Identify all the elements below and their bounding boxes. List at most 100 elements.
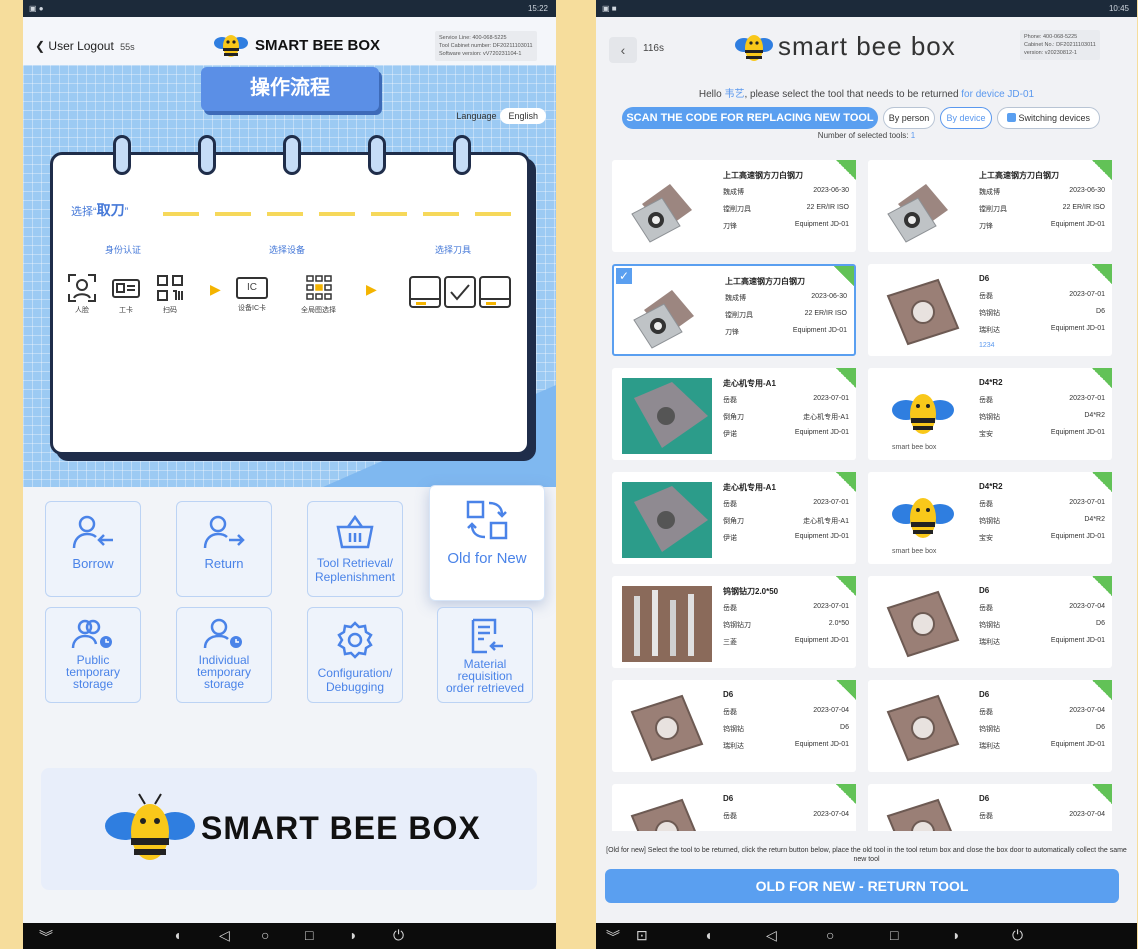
volume-down-icon[interactable]: ◖ (704, 927, 712, 943)
status-time: 10:45 (1108, 4, 1129, 13)
by-person-button[interactable]: By person (883, 107, 935, 129)
tool-name: D6 (979, 274, 990, 283)
configuration-debugging-button[interactable]: Configuration/ Debugging (307, 607, 403, 703)
detail-row: 瑞利达 Equipment JD-01 (723, 741, 849, 750)
tool-card[interactable]: D6 岳磊 2023-07-04 (612, 784, 856, 831)
selected-count: Number of selected tools: 1 (817, 131, 916, 140)
individual-temporary-storage-button[interactable]: Individual temporary storage (176, 607, 272, 703)
scan-code-button[interactable]: SCAN THE CODE FOR REPLACING NEW TOOL (622, 107, 878, 129)
borrow-button[interactable]: Borrow (45, 501, 141, 597)
volume-up-icon[interactable]: ◗ (349, 927, 357, 943)
home-icon[interactable]: ○ (826, 927, 834, 943)
detail-row: 瑞利达 Equipment JD-01 (979, 325, 1105, 334)
tool-card[interactable]: 上工高速钢方刀白钢刀 魏成博 2023-06-30 镗削刀具 22 ER/IR ISO 刀… (612, 160, 856, 252)
status-badge (1092, 264, 1112, 284)
recents-icon[interactable]: □ (890, 927, 898, 943)
user-clock-icon (203, 618, 242, 649)
detail-row: 岳磊 2023-07-01 (979, 395, 1105, 404)
tool-card[interactable]: D6 岳磊 2023-07-04 钨钢钻 D6 瑞利达 Equipment JD-01 (868, 576, 1112, 668)
tool-card[interactable]: D6 岳磊 2023-07-04 钨钢钻 D6 瑞利达 Equipment JD-01 (868, 680, 1112, 772)
tool-card[interactable]: D6 岳磊 2023-07-04 (868, 784, 1112, 831)
tool-image (622, 482, 712, 558)
tool-card[interactable]: D6 岳磊 2023-07-01 钨钢钻 D6 瑞利达 Equipment JD-01 123… (868, 264, 1112, 356)
tool-card[interactable]: 走心机专用-A1 岳磊 2023-07-01 倒角刀 走心机专用-A1 伊诺 Equipme… (612, 368, 856, 460)
public-temporary-storage-button[interactable]: Public temporary storage (45, 607, 141, 703)
back-icon[interactable]: ◁ (766, 927, 777, 944)
navigation-bar: ︾ ⊡ ◖ ◁ ○ □ ◗ ⏻ (596, 923, 1137, 949)
bee-caption: smart bee box (892, 444, 937, 451)
chevron-down-icon[interactable]: ︾ (606, 927, 620, 947)
arrow-right-icon: ▶ (210, 281, 221, 297)
tool-name: 走心机专用-A1 (723, 379, 776, 388)
greeting: Hello 韦艺, please select the tool that ne… (698, 89, 1035, 100)
detail-row: 钨钢钻 D4*R2 (979, 516, 1105, 525)
detail-row: 钨钢钻 D6 (979, 308, 1105, 317)
tool-details: 岳磊 2023-07-04 (979, 811, 1105, 831)
detail-row: 瑞利达 Equipment JD-01 (979, 741, 1105, 750)
tool-card[interactable]: ✓ 上工高速钢方刀白钢刀 魏成博 2023-06-30 镗削刀具 22 ER/IR ISO… (612, 264, 856, 356)
detail-row: 岳磊 2023-07-04 (979, 603, 1105, 612)
phase-tool: 选择刀具 (435, 245, 472, 255)
status-badge (836, 680, 856, 700)
grid-icon (1006, 113, 1016, 122)
checkbox-checked-icon[interactable]: ✓ (616, 268, 632, 284)
back-button[interactable]: ‹ (609, 37, 637, 63)
scan-code-option: 扫码 (155, 273, 185, 315)
return-tool-button[interactable]: OLD FOR NEW - RETURN TOOL (605, 869, 1119, 903)
language-selector[interactable]: Language English (456, 108, 546, 124)
detail-row: 瑞利达 Equipment JD-01 (979, 637, 1105, 646)
detail-row: 钨钢钻 D6 (723, 724, 849, 733)
home-icon[interactable]: ○ (261, 927, 269, 943)
left-tablet-screen: ▣ ● 15:22 ❮ User Logout 55s SMART BEE BO… (23, 0, 556, 949)
screenshot-icon[interactable]: ⊡ (636, 927, 648, 944)
brand-banner: SMART BEE BOX (41, 768, 537, 890)
volume-down-icon[interactable]: ◖ (173, 927, 181, 943)
tool-image (878, 378, 968, 454)
detail-row: 魏成博 2023-06-30 (723, 187, 849, 196)
status-bar: ▣ ● 15:22 (23, 0, 556, 17)
detail-row: 伊诺 Equipment JD-01 (723, 533, 849, 542)
by-device-button[interactable]: By device (940, 107, 992, 129)
process-card: 选择“取刀” 身份认证 选择设备 选择刀具 人脸 工卡 扫码 ▶ IC 设备IC… (50, 135, 530, 455)
tool-card[interactable]: D6 岳磊 2023-07-04 钨钢钻 D6 瑞利达 Equipment JD-01 (612, 680, 856, 772)
user-logout-button[interactable]: ❮ User Logout 55s (35, 39, 135, 53)
volume-up-icon[interactable]: ◗ (952, 927, 960, 943)
power-icon[interactable]: ⏻ (1012, 927, 1023, 944)
tool-card[interactable]: 上工高速钢方刀白钢刀 魏成博 2023-06-30 镗削刀具 22 ER/IR ISO 刀… (868, 160, 1112, 252)
old-for-new-button[interactable]: Old for New (429, 485, 545, 601)
material-requisition-button[interactable]: Material requisition order retrieved (437, 607, 533, 703)
tool-image (622, 170, 712, 246)
tool-details: 岳磊 2023-07-04 钨钢钻 D6 瑞利达 Equipment JD-01 (979, 707, 1105, 758)
tool-retrieval-button[interactable]: Tool Retrieval/ Replenishment (307, 501, 403, 597)
global-map-option: 全局图选择 (301, 273, 336, 315)
status-bar: ▣ ■ 10:45 (596, 0, 1137, 17)
tool-image (878, 586, 968, 662)
tool-name: D4*R2 (979, 482, 1003, 491)
process-hero: 操作流程 Language English 选择“取刀” 身份认证 选择设备 选择… (23, 65, 556, 487)
tool-card[interactable]: 走心机专用-A1 岳磊 2023-07-01 倒角刀 走心机专用-A1 伊诺 Equipme… (612, 472, 856, 564)
return-button[interactable]: Return (176, 501, 272, 597)
power-icon[interactable]: ⏻ (393, 927, 404, 944)
process-title: 操作流程 (201, 67, 379, 111)
tool-details: 岳磊 2023-07-04 钨钢钻 D6 瑞利达 Equipment JD-01 (723, 707, 849, 758)
detail-row (979, 828, 1105, 831)
switching-devices-button[interactable]: Switching devices (997, 107, 1100, 129)
chevron-down-icon[interactable]: ︾ (39, 927, 53, 947)
tool-card[interactable]: smart bee box D4*R2 岳磊 2023-07-01 钨钢钻 D4*R2 宝安… (868, 472, 1112, 564)
tool-details: 岳磊 2023-07-04 钨钢钻 D6 瑞利达 Equipment JD-01 (979, 603, 1105, 654)
tool-details: 岳磊 2023-07-01 钨钢钻刀 2.0*50 三菱 Equipment JD-01 (723, 603, 849, 654)
detail-row: 钨钢钻 D6 (979, 620, 1105, 629)
chevron-left-icon: ❮ (35, 39, 46, 53)
recents-icon[interactable]: □ (305, 927, 313, 943)
back-icon[interactable]: ◁ (219, 927, 230, 944)
device-ic-option: IC 设备IC卡 (236, 273, 268, 313)
logout-label: User Logout (48, 39, 114, 53)
tool-card[interactable]: smart bee box D4*R2 岳磊 2023-07-01 钨钢钻 D4*R2 宝安… (868, 368, 1112, 460)
back-timer: 116s (643, 43, 664, 54)
tool-card[interactable]: 钨钢钻刀2.0*50 岳磊 2023-07-01 钨钢钻刀 2.0*50 三菱 Equipm… (612, 576, 856, 668)
detail-row: 宝安 Equipment JD-01 (979, 429, 1105, 438)
user-name: 韦艺 (724, 89, 745, 100)
tool-name: D6 (723, 794, 734, 803)
detail-row: 岳磊 2023-07-01 (723, 395, 849, 404)
device-name: for device JD-01 (961, 89, 1035, 100)
